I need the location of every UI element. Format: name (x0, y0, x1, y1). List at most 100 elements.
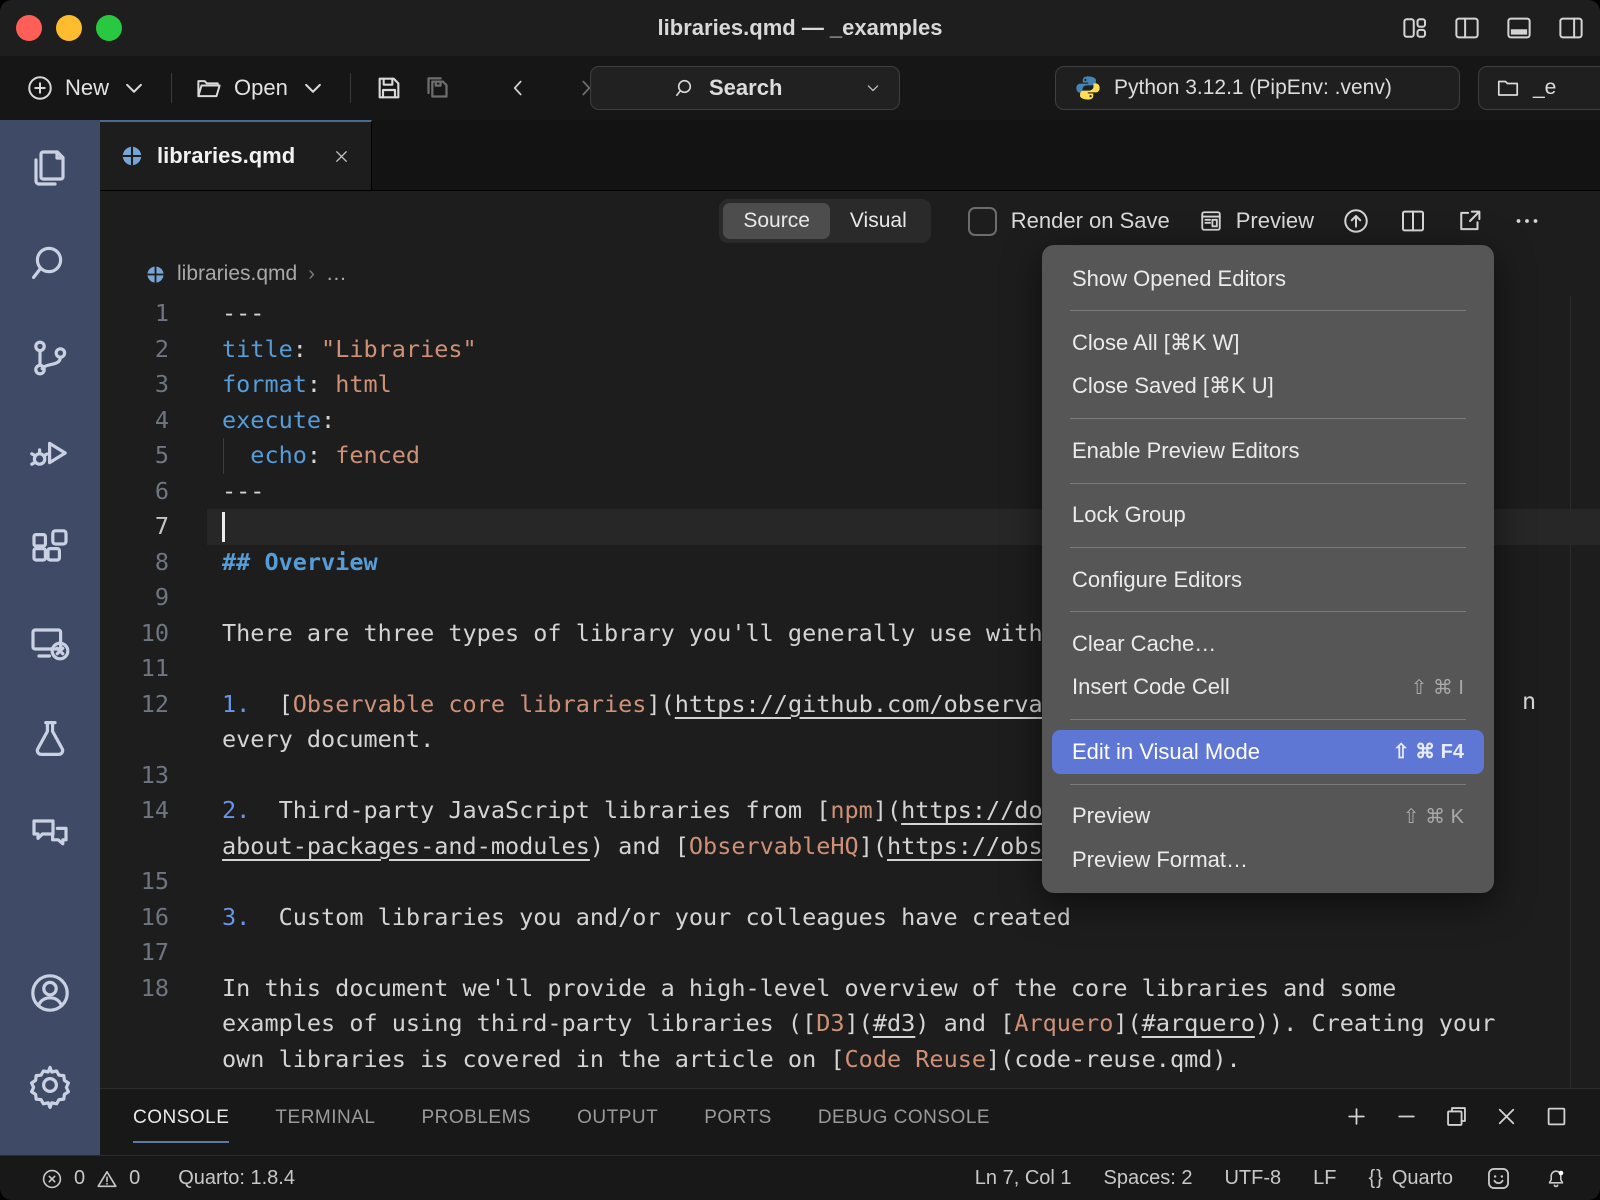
debug-icon (26, 429, 74, 477)
more-actions-icon[interactable] (1512, 206, 1542, 236)
sidebar-item-source-control[interactable] (26, 334, 74, 382)
sidebar-item-extensions[interactable] (26, 524, 74, 572)
sidebar-item-files[interactable] (26, 144, 74, 192)
split-editor-icon[interactable] (1398, 206, 1428, 236)
code-line-text (205, 654, 222, 682)
panel-tab-ports[interactable]: PORTS (704, 1089, 772, 1143)
encoding[interactable]: UTF-8 (1224, 1167, 1281, 1190)
sidebar-item-flask[interactable] (26, 714, 74, 762)
open-in-new-window-icon[interactable] (1455, 206, 1485, 236)
sidebar-item-account[interactable] (26, 969, 74, 1017)
sidebar-item-debug[interactable] (26, 429, 74, 477)
preview-button[interactable]: Preview (1197, 207, 1314, 235)
menu-separator (1070, 784, 1466, 785)
open-button[interactable]: Open (194, 73, 328, 103)
visual-mode-button[interactable]: Visual (830, 203, 927, 239)
panel-tab-problems[interactable]: PROBLEMS (422, 1089, 532, 1143)
source-mode-button[interactable]: Source (723, 203, 830, 239)
code-line[interactable]: 17 (100, 935, 1600, 971)
menu-item-edit-in-visual-mode[interactable]: Edit in Visual Mode⇧ ⌘ F4 (1052, 730, 1484, 773)
sidebar-item-remote[interactable] (26, 619, 74, 667)
menu-item-lock-group[interactable]: Lock Group (1052, 494, 1484, 537)
panel-tab-terminal[interactable]: TERMINAL (275, 1089, 375, 1143)
render-on-save-checkbox[interactable] (968, 207, 997, 236)
menu-item-shortcut: ⇧ ⌘ K (1403, 804, 1464, 829)
tab-libraries-qmd[interactable]: libraries.qmd (100, 120, 372, 190)
close-panel-icon[interactable] (1493, 1103, 1520, 1130)
interpreter-selector[interactable]: Python 3.12.1 (PipEnv: .venv) (1055, 66, 1460, 110)
feedback-smiley-icon[interactable] (1485, 1165, 1512, 1192)
toggle-left-sidebar-icon[interactable] (1452, 13, 1482, 43)
customize-layout-icon[interactable] (1400, 13, 1430, 43)
chat-icon (26, 809, 74, 857)
menu-separator (1070, 719, 1466, 720)
menu-item-label: Preview (1072, 803, 1403, 829)
breadcrumb-file[interactable]: libraries.qmd (177, 262, 297, 286)
menu-item-shortcut: ⇧ ⌘ I (1411, 675, 1464, 700)
line-number: 11 (100, 651, 205, 687)
source-visual-toggle: Source Visual (719, 199, 930, 243)
code-line-text: every document. (205, 725, 434, 753)
sidebar-item-chat[interactable] (26, 809, 74, 857)
panel-tab-output[interactable]: OUTPUT (577, 1089, 658, 1143)
project-button[interactable]: _e (1478, 66, 1600, 110)
quarto-version[interactable]: Quarto: 1.8.4 (178, 1167, 295, 1190)
toggle-right-sidebar-icon[interactable] (1556, 13, 1586, 43)
code-line[interactable]: own libraries is covered in the article … (100, 1042, 1600, 1078)
toggle-panel-icon[interactable] (1504, 13, 1534, 43)
publish-icon[interactable] (1341, 206, 1371, 236)
code-line-text: execute: (205, 406, 335, 434)
line-number: 6 (100, 474, 205, 510)
line-number: 5 (100, 438, 205, 474)
remote-icon (26, 619, 74, 667)
menu-item-enable-preview-editors[interactable]: Enable Preview Editors (1052, 429, 1484, 472)
save-all-icon[interactable] (421, 71, 455, 105)
language-mode[interactable]: {} Quarto (1368, 1167, 1453, 1190)
errors-icon (40, 1167, 64, 1191)
sidebar-item-search[interactable] (26, 239, 74, 287)
menu-item-close-saved-k-u[interactable]: Close Saved [⌘K U] (1052, 365, 1484, 408)
warnings-count[interactable]: 0 (129, 1167, 140, 1190)
menu-item-preview-format[interactable]: Preview Format… (1052, 838, 1484, 881)
menu-separator (1070, 483, 1466, 484)
code-line[interactable]: examples of using third-party libraries … (100, 1006, 1600, 1042)
panel-tab-debug-console[interactable]: DEBUG CONSOLE (818, 1089, 990, 1143)
sidebar-item-settings-gear[interactable] (26, 1061, 74, 1109)
menu-item-label: Insert Code Cell (1072, 674, 1411, 700)
menu-item-configure-editors[interactable]: Configure Editors (1052, 558, 1484, 601)
code-line-text: --- (205, 477, 264, 505)
menu-separator (1070, 547, 1466, 548)
notifications-bell-icon[interactable] (1544, 1167, 1568, 1191)
menu-item-insert-code-cell[interactable]: Insert Code Cell⇧ ⌘ I (1052, 666, 1484, 709)
editor-toolbar: Source Visual Render on Save Preview (100, 190, 1600, 252)
new-console-icon[interactable] (1343, 1103, 1370, 1130)
menu-item-show-opened-editors[interactable]: Show Opened Editors (1052, 257, 1484, 300)
python-logo-icon (1074, 74, 1102, 102)
cursor-position[interactable]: Ln 7, Col 1 (975, 1167, 1072, 1190)
new-button[interactable]: New (25, 73, 149, 103)
indentation[interactable]: Spaces: 2 (1104, 1167, 1193, 1190)
minimize-panel-icon[interactable] (1393, 1103, 1420, 1130)
text-cursor (222, 512, 225, 542)
close-tab-icon[interactable] (332, 147, 351, 166)
panel-tab-console[interactable]: CONSOLE (133, 1089, 229, 1143)
errors-count[interactable]: 0 (74, 1167, 85, 1190)
line-number: 13 (100, 758, 205, 794)
breadcrumb-more[interactable]: … (326, 262, 349, 286)
back-icon[interactable] (505, 75, 531, 101)
search-input[interactable]: Search (590, 66, 900, 110)
code-line-text: 3. Custom libraries you and/or your coll… (205, 903, 1071, 931)
eol-sequence[interactable]: LF (1313, 1167, 1336, 1190)
menu-item-preview[interactable]: Preview⇧ ⌘ K (1052, 795, 1484, 838)
preview-label: Preview (1236, 208, 1314, 234)
menu-item-close-all-k-w[interactable]: Close All [⌘K W] (1052, 321, 1484, 364)
maximize-panel-icon[interactable] (1543, 1103, 1570, 1130)
save-icon[interactable] (373, 72, 405, 104)
activity-bar (0, 120, 100, 1155)
restore-panel-icon[interactable] (1443, 1103, 1470, 1130)
plus-circle-icon (25, 73, 55, 103)
code-line[interactable]: 163. Custom libraries you and/or your co… (100, 900, 1600, 936)
menu-item-label: Configure Editors (1072, 567, 1464, 593)
menu-item-clear-cache[interactable]: Clear Cache… (1052, 622, 1484, 665)
code-line[interactable]: 18In this document we'll provide a high-… (100, 971, 1600, 1007)
